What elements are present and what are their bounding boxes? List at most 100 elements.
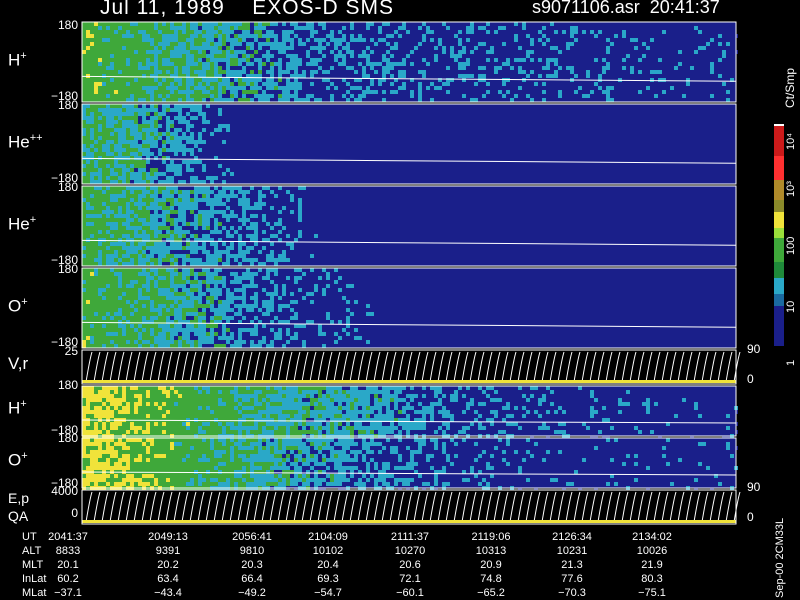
heatmap-cell	[686, 54, 690, 58]
heatmap-cell	[118, 230, 122, 234]
heatmap-cell	[570, 66, 574, 70]
heatmap-cell	[206, 86, 210, 90]
heatmap-cell	[542, 82, 546, 86]
heatmap-cell	[154, 98, 158, 102]
heatmap-cell	[82, 328, 86, 332]
heatmap-cell	[118, 272, 122, 276]
heatmap-cell	[470, 98, 474, 102]
heatmap-cell	[130, 120, 134, 124]
heatmap-cell	[282, 30, 286, 34]
heatmap-cell	[134, 198, 138, 202]
heatmap-cell	[114, 66, 118, 70]
heatmap-cell	[98, 30, 102, 34]
heatmap-cell	[122, 304, 126, 308]
heatmap-cell	[82, 46, 86, 50]
heatmap-cell	[350, 58, 354, 62]
heatmap-cell	[130, 312, 134, 316]
heatmap-cell	[670, 26, 674, 30]
heatmap-cell	[222, 164, 226, 168]
heatmap-cell	[98, 50, 102, 54]
heatmap-cell	[130, 406, 134, 410]
heatmap-cell	[186, 38, 190, 42]
heatmap-cell	[246, 22, 250, 26]
heatmap-cell	[114, 234, 118, 238]
heatmap-cell	[206, 104, 210, 108]
heatmap-cell	[238, 414, 242, 418]
heatmap-cell	[130, 78, 134, 82]
heatmap-cell	[206, 90, 210, 94]
heatmap-cell	[166, 86, 170, 90]
heatmap-cell	[146, 288, 150, 292]
heatmap-cell	[206, 324, 210, 328]
heatmap-cell	[90, 50, 94, 54]
heatmap-cell	[274, 268, 278, 272]
heatmap-cell	[194, 402, 198, 406]
heatmap-cell	[710, 66, 714, 70]
heatmap-cell	[118, 242, 122, 246]
heatmap-cell	[174, 272, 178, 276]
heatmap-cell	[134, 190, 138, 194]
heatmap-cell	[166, 58, 170, 62]
heatmap-cell	[278, 222, 282, 226]
heatmap-cell	[106, 324, 110, 328]
heatmap-cell	[250, 66, 254, 70]
heatmap-cell	[158, 300, 162, 304]
heatmap-cell	[170, 386, 174, 390]
heatmap-cell	[614, 98, 618, 102]
heatmap-cell	[94, 230, 98, 234]
heatmap-cell	[170, 332, 174, 336]
heatmap-cell	[434, 98, 438, 102]
heatmap-cell	[118, 406, 122, 410]
heatmap-cell	[186, 202, 190, 206]
heatmap-cell	[142, 176, 146, 180]
heatmap-cell	[162, 176, 166, 180]
heatmap-cell	[202, 214, 206, 218]
heatmap-cell	[94, 292, 98, 296]
heatmap-cell	[374, 30, 378, 34]
heatmap-cell	[118, 344, 122, 348]
heatmap-cell	[222, 190, 226, 194]
heatmap-cell	[298, 218, 302, 222]
heatmap-cell	[322, 262, 326, 266]
heatmap-cell	[638, 62, 642, 66]
heatmap-cell	[134, 34, 138, 38]
heatmap-cell	[338, 42, 342, 46]
heatmap-cell	[134, 332, 138, 336]
heatmap-cell	[142, 268, 146, 272]
heatmap-cell	[122, 38, 126, 42]
heatmap-cell	[178, 112, 182, 116]
heatmap-cell	[130, 128, 134, 132]
heatmap-cell	[130, 70, 134, 74]
heatmap-cell	[178, 414, 182, 418]
heatmap-cell	[310, 74, 314, 78]
heatmap-cell	[386, 62, 390, 66]
heatmap-cell	[230, 30, 234, 34]
heatmap-cell	[242, 336, 246, 340]
heatmap-cell	[346, 308, 350, 312]
heatmap-cell	[262, 198, 266, 202]
heatmap-cell	[198, 46, 202, 50]
heatmap-cell	[110, 132, 114, 136]
heatmap-cell	[654, 82, 658, 86]
heatmap-cell	[258, 198, 262, 202]
heatmap-cell	[234, 300, 238, 304]
heatmap-cell	[306, 300, 310, 304]
heatmap-cell	[198, 426, 202, 430]
heatmap-cell	[82, 124, 86, 128]
heatmap-cell	[398, 38, 402, 42]
heatmap-cell	[262, 62, 266, 66]
heatmap-cell	[122, 280, 126, 284]
heatmap-cell	[194, 86, 198, 90]
heatmap-cell	[326, 250, 330, 254]
heatmap-cell	[182, 58, 186, 62]
heatmap-cell	[162, 280, 166, 284]
heatmap-cell	[114, 120, 118, 124]
heatmap-cell	[342, 26, 346, 30]
heatmap-cell	[226, 82, 230, 86]
heatmap-cell	[298, 74, 302, 78]
heatmap-cell	[230, 402, 234, 406]
heatmap-cell	[118, 328, 122, 332]
heatmap-cell	[190, 316, 194, 320]
heatmap-cell	[182, 242, 186, 246]
heatmap-cell	[170, 210, 174, 214]
